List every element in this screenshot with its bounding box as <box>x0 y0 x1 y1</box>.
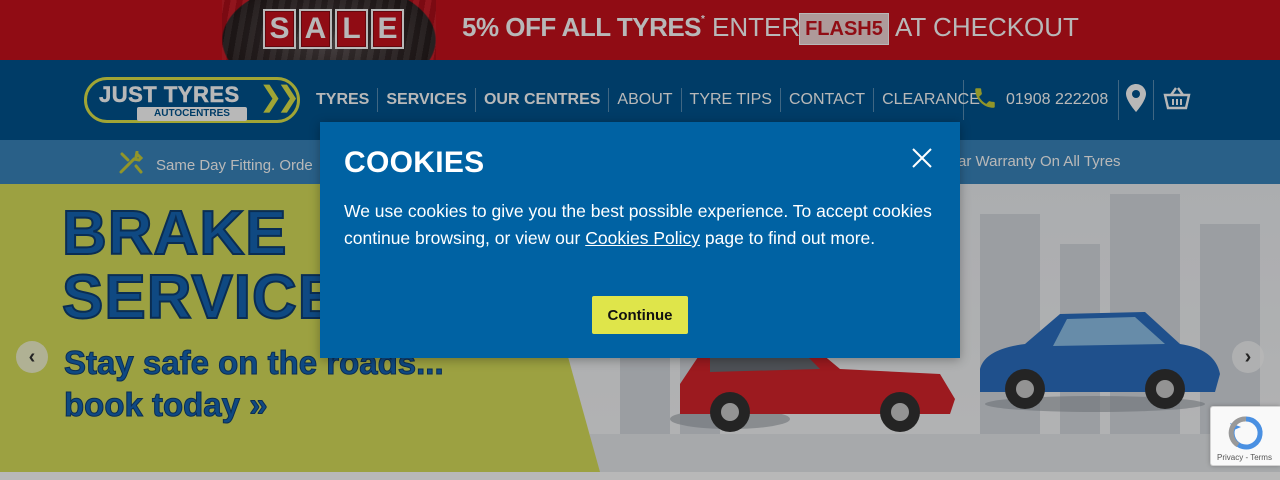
continue-button[interactable]: Continue <box>592 296 688 334</box>
cookie-dialog: COOKIES We use cookies to give you the b… <box>320 122 960 358</box>
recaptcha-badge[interactable]: Privacy - Terms <box>1210 406 1280 466</box>
close-icon <box>910 148 934 174</box>
close-button[interactable] <box>910 146 934 170</box>
cookies-policy-link[interactable]: Cookies Policy <box>585 228 700 248</box>
cookie-dialog-title: COOKIES <box>344 146 485 179</box>
cookie-dialog-body: We use cookies to give you the best poss… <box>344 198 944 252</box>
cookie-body-text-end: page to find out more. <box>700 228 876 248</box>
recaptcha-links[interactable]: Privacy - Terms <box>1217 453 1272 462</box>
